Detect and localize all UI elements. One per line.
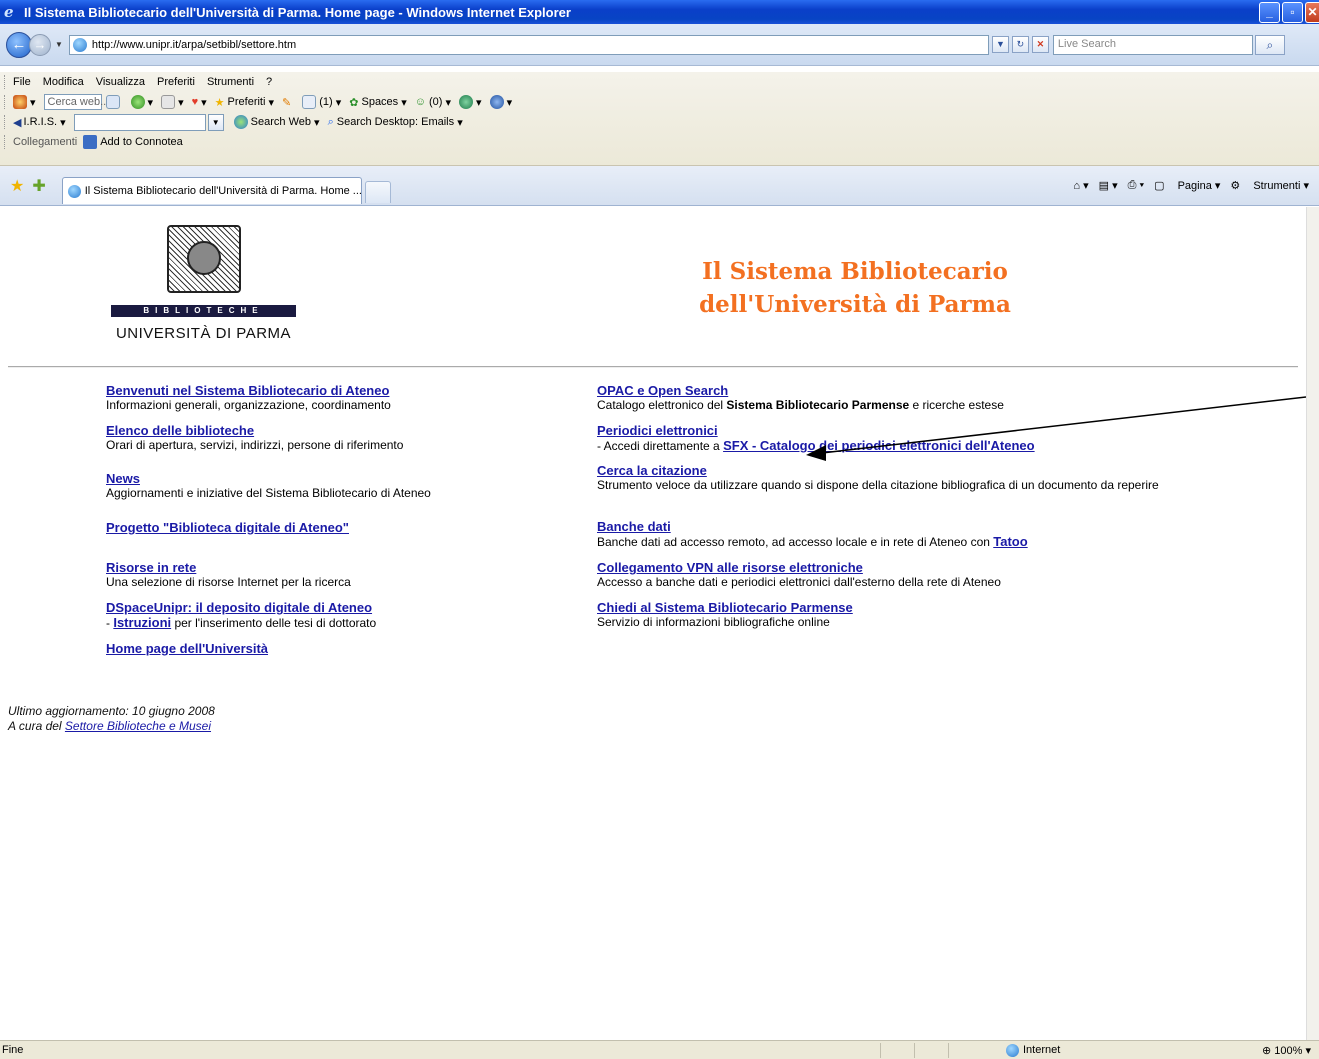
menu-strumenti[interactable]: Strumenti <box>207 76 254 88</box>
page-content: BIBLIOTECHE UNIVERSITÀ DI PARMA Il Siste… <box>0 207 1306 1040</box>
cerca-web-input[interactable]: Cerca web... <box>43 94 109 110</box>
feeds-icon[interactable]: ▤ ▾ <box>1099 179 1118 192</box>
tab-label: Il Sistema Bibliotecario dell'Università… <box>84 185 362 197</box>
window-title: Il Sistema Bibliotecario dell'Università… <box>24 4 571 20</box>
toolbar-contacts-button[interactable]: ☺ (0) ▾ <box>415 96 451 109</box>
forward-button[interactable]: → <box>29 33 51 56</box>
favorites-center-icon[interactable]: ★ <box>10 176 24 196</box>
window-title-bar[interactable]: e Il Sistema Bibliotecario dell'Universi… <box>0 0 1319 24</box>
address-dropdown-button[interactable]: ▼ <box>991 36 1009 53</box>
toolbar-area: File Modifica Visualizza Preferiti Strum… <box>0 72 1319 166</box>
toolbar-messenger-icon[interactable]: ▾ <box>459 95 482 109</box>
security-zone[interactable]: Internet <box>1006 1043 1166 1057</box>
iris-search-input[interactable] <box>73 113 206 131</box>
maximize-button[interactable]: ▫ <box>1282 1 1303 23</box>
iris-toolbar: ◀ I.R.I.S. ▾ ▼ Search Web ▾ ⌕ Search Deskt… <box>0 112 1319 132</box>
print-icon[interactable]: ⎙ ▾ <box>1128 179 1144 192</box>
toolbar-preferiti-button[interactable]: ★ Preferiti ▾ <box>215 96 274 109</box>
menu-help[interactable]: ? <box>266 76 272 88</box>
new-tab-button[interactable] <box>364 180 391 203</box>
menu-bar: File Modifica Visualizza Preferiti Strum… <box>0 72 1319 92</box>
toolbar-screen-icon[interactable]: ▾ <box>161 95 184 109</box>
tab-bar: ★ ✚ Il Sistema Bibliotecario dell'Univer… <box>0 166 1319 206</box>
toolbar-add-icon[interactable]: ▾ <box>130 95 153 109</box>
status-text: Fine <box>2 1044 24 1056</box>
address-bar-row: ← → ▼ http://www.unipr.it/arpa/setbibl/s… <box>0 24 1319 66</box>
close-button[interactable]: ✕ <box>1305 1 1319 23</box>
strumenti-button[interactable]: ⚙ Strumenti ▾ <box>1230 179 1309 192</box>
live-search-input[interactable]: Live Search <box>1052 34 1253 55</box>
menu-file[interactable]: File <box>13 76 31 88</box>
tab-favicon-icon <box>67 184 81 198</box>
links-toolbar: Collegamenti Add to Connotea <box>0 132 1319 152</box>
toolbar-highlight-icon[interactable]: ✎ <box>282 96 294 109</box>
toolbar-search-icon[interactable] <box>105 95 123 109</box>
internet-zone-icon <box>1006 1043 1019 1057</box>
address-url: http://www.unipr.it/arpa/setbibl/settore… <box>91 38 297 51</box>
ie-logo-icon: e <box>4 3 14 21</box>
annotation-arrow-icon <box>806 396 1306 461</box>
minimize-button[interactable]: _ <box>1259 1 1280 23</box>
add-favorites-icon[interactable]: ✚ <box>32 176 45 196</box>
home-icon[interactable]: ⌂ ▾ <box>1073 179 1088 192</box>
collegamenti-label: Collegamenti <box>13 136 78 148</box>
toolbar-spaces-button[interactable]: ✿ Spaces ▾ <box>349 96 407 109</box>
search-web-button[interactable]: Search Web ▾ <box>233 115 320 129</box>
search-button[interactable]: ⌕ <box>1254 34 1285 55</box>
search-toolbar: ▾ Cerca web... ▾ ▾ ♥ ▾ ★ Preferiti ▾ ✎ (1)… <box>0 92 1319 112</box>
history-dropdown-icon[interactable]: ▼ <box>55 40 63 49</box>
toolbar-help-icon[interactable]: ▾ <box>489 95 512 109</box>
search-desktop-button[interactable]: ⌕ Search Desktop: Emails ▾ <box>328 116 463 129</box>
tab-active[interactable]: Il Sistema Bibliotecario dell'Università… <box>61 177 362 204</box>
page-favicon-icon <box>72 37 87 52</box>
stop-button[interactable]: ✕ <box>1031 36 1049 53</box>
status-bar: Fine Internet ⊕ 100% ▾ <box>0 1040 1319 1059</box>
toolbar-mail-button[interactable]: (1) ▾ <box>302 95 341 109</box>
vertical-scrollbar[interactable] <box>1306 207 1319 1040</box>
menu-modifica[interactable]: Modifica <box>43 76 84 88</box>
iris-dropdown-icon[interactable]: ▼ <box>207 113 224 131</box>
toolbar-logo-icon[interactable]: ▾ <box>13 95 36 109</box>
pagina-button[interactable]: ▢ Pagina ▾ <box>1154 179 1220 192</box>
menu-preferiti[interactable]: Preferiti <box>157 76 195 88</box>
command-bar: ⌂ ▾ ▤ ▾ ⎙ ▾ ▢ Pagina ▾ ⚙ Strumenti ▾ <box>1063 179 1309 192</box>
menu-visualizza[interactable]: Visualizza <box>96 76 145 88</box>
toolbar-heart-icon[interactable]: ♥ ▾ <box>192 96 207 109</box>
iris-button[interactable]: ◀ I.R.I.S. ▾ <box>13 116 66 129</box>
add-to-connotea-link[interactable]: Add to Connotea <box>83 135 183 149</box>
address-input[interactable]: http://www.unipr.it/arpa/setbibl/settore… <box>68 34 989 55</box>
zoom-level[interactable]: ⊕ 100% ▾ <box>1262 1044 1311 1057</box>
refresh-button[interactable]: ↻ <box>1011 36 1029 53</box>
